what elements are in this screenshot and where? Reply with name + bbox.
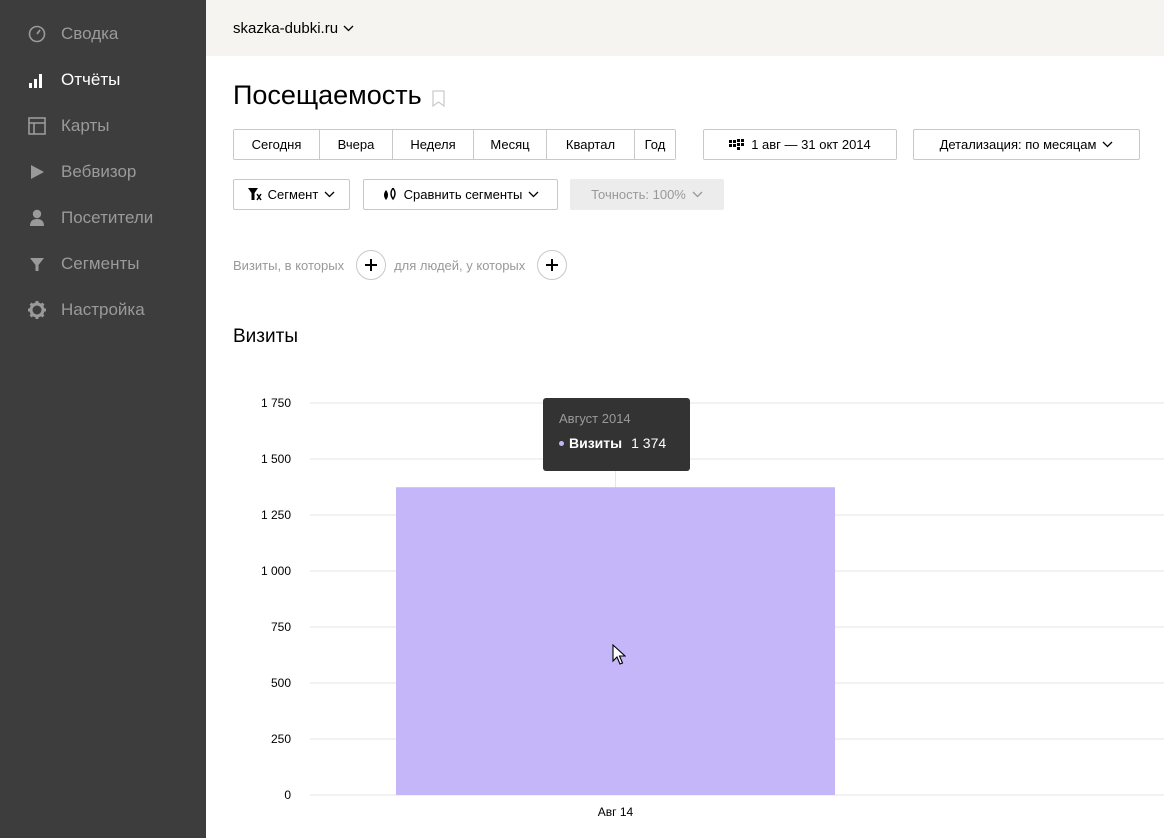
chevron-down-icon [528, 191, 539, 198]
segment-label: Сегмент [267, 187, 319, 202]
y-tick-label: 1 000 [261, 564, 291, 578]
tooltip-series-label: Визиты [569, 435, 623, 451]
sidebar-item-label: Отчёты [61, 70, 121, 89]
visits-condition-label: Визиты, в которых [233, 257, 345, 273]
x-tick-label: Авг 14 [598, 805, 634, 819]
gauge-icon [26, 23, 48, 45]
detail-label: Детализация: по месяцам [939, 137, 1097, 152]
add-people-condition-button[interactable] [537, 250, 568, 280]
y-tick-label: 500 [271, 676, 291, 690]
chart-title: Визиты [233, 326, 298, 347]
sidebar-item-segments[interactable]: Сегменты [0, 244, 206, 284]
tooltip-row: Визиты 1 374 [559, 435, 674, 451]
sidebar-item-reports[interactable]: Отчёты [0, 60, 206, 100]
add-visit-condition-button[interactable] [356, 250, 387, 280]
plus-icon [546, 259, 559, 271]
drops-icon [383, 188, 396, 201]
chevron-down-icon [324, 191, 335, 198]
y-tick-label: 0 [284, 788, 291, 802]
filter-icon [26, 253, 48, 275]
sidebar-item-label: Вебвизор [61, 162, 137, 181]
bookmark-icon[interactable] [432, 90, 445, 107]
period-yesterday-button[interactable]: Вчера [320, 130, 393, 159]
chevron-down-icon [1102, 141, 1113, 148]
date-range-label: 1 авг — 31 окт 2014 [751, 137, 871, 152]
sidebar-item-label: Карты [61, 116, 110, 135]
sidebar-item-maps[interactable]: Карты [0, 106, 206, 146]
period-week-button[interactable]: Неделя [393, 130, 474, 159]
chevron-down-icon [692, 191, 703, 198]
date-range-button[interactable]: 1 авг — 31 окт 2014 [703, 129, 897, 160]
y-tick-label: 1 750 [261, 396, 291, 410]
chart-tooltip: Август 2014 Визиты 1 374 [543, 398, 690, 471]
map-layout-icon [26, 115, 48, 137]
sidebar-item-label: Посетители [61, 208, 154, 227]
chevron-down-icon [343, 25, 354, 31]
site-name: skazka-dubki.ru [233, 19, 339, 37]
compare-segments-dropdown[interactable]: Сравнить сегменты [363, 179, 558, 210]
accuracy-label: Точность: 100% [591, 187, 686, 202]
detail-dropdown[interactable]: Детализация: по месяцам [913, 129, 1140, 160]
people-condition-label: для людей, у которых [394, 257, 526, 273]
filter-icon [247, 188, 262, 201]
period-year-button[interactable]: Год [635, 130, 675, 159]
y-tick-label: 250 [271, 732, 291, 746]
bar-chart-icon [26, 69, 48, 91]
sidebar-item-visitors[interactable]: Посетители [0, 198, 206, 238]
site-selector[interactable]: skazka-dubki.ru [233, 20, 354, 37]
plus-icon [365, 259, 378, 271]
sidebar-item-label: Сегменты [61, 254, 140, 273]
top-bar: skazka-dubki.ru [206, 0, 1164, 56]
page-title: Посещаемость [233, 80, 445, 111]
play-icon [26, 161, 48, 183]
y-tick-label: 1 500 [261, 452, 291, 466]
sidebar-item-label: Сводка [61, 24, 119, 43]
series-dot [559, 440, 564, 446]
tooltip-title: Август 2014 [559, 411, 631, 426]
page-title-text: Посещаемость [233, 80, 422, 110]
sidebar-item-webvisor[interactable]: Вебвизор [0, 152, 206, 192]
sidebar-item-settings[interactable]: Настройка [0, 290, 206, 330]
sidebar: Сводка Отчёты Карты Вебвизор Посетители … [0, 0, 206, 838]
segment-dropdown[interactable]: Сегмент [233, 179, 350, 210]
gear-icon [26, 299, 48, 321]
bar-visits[interactable] [396, 487, 835, 795]
accuracy-dropdown[interactable]: Точность: 100% [570, 179, 724, 210]
period-quarter-button[interactable]: Квартал [547, 130, 635, 159]
tooltip-value: 1 374 [631, 435, 667, 451]
person-icon [26, 207, 48, 229]
segment-conditions: Визиты, в которых для людей, у которых [233, 250, 575, 280]
sidebar-item-label: Настройка [61, 300, 145, 319]
sidebar-item-summary[interactable]: Сводка [0, 14, 206, 54]
compare-segments-label: Сравнить сегменты [403, 187, 523, 202]
y-tick-label: 750 [271, 620, 291, 634]
mouse-cursor-icon [612, 644, 626, 665]
period-selector: Сегодня Вчера Неделя Месяц Квартал Год [233, 129, 676, 160]
period-today-button[interactable]: Сегодня [234, 130, 320, 159]
y-tick-label: 1 250 [261, 508, 291, 522]
calendar-icon [729, 138, 745, 150]
period-month-button[interactable]: Месяц [474, 130, 547, 159]
